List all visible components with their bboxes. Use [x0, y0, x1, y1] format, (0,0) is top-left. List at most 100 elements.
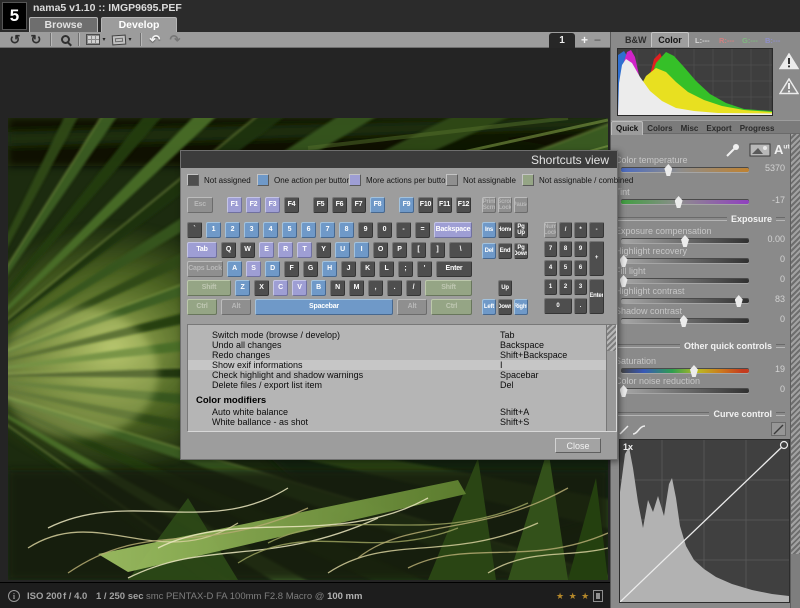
key-/[interactable]: /: [406, 280, 421, 296]
curve-reset-button[interactable]: [771, 422, 786, 436]
numpad-key-6[interactable]: 6: [574, 260, 587, 276]
key-z[interactable]: Z: [235, 280, 250, 296]
key-i[interactable]: I: [354, 242, 369, 258]
shortcut-row[interactable]: Delete files / export list itemDel: [188, 380, 607, 390]
key-del[interactable]: Del: [482, 243, 496, 259]
numpad-key-9[interactable]: 9: [574, 241, 587, 257]
key-w[interactable]: W: [240, 242, 255, 258]
numpad-key-5[interactable]: 5: [559, 260, 572, 276]
rotate-left-button[interactable]: ↺: [6, 32, 24, 47]
key-0[interactable]: 0: [377, 222, 392, 238]
key-4[interactable]: 4: [263, 222, 278, 238]
zoom-button[interactable]: [56, 32, 74, 47]
shortcut-row[interactable]: Undo all changesBackspace: [188, 340, 607, 350]
key-home[interactable]: Home: [498, 222, 512, 238]
key-k[interactable]: K: [360, 261, 375, 277]
key-q[interactable]: Q: [221, 242, 236, 258]
slider-track-color-noise-reduction[interactable]: [621, 389, 749, 393]
key-f2[interactable]: F2: [246, 197, 261, 213]
panel-scrollbar-thumb[interactable]: [791, 134, 800, 554]
label-overlay-button[interactable]: ▾: [110, 32, 134, 47]
key-p[interactable]: P: [392, 242, 407, 258]
key-y[interactable]: Y: [316, 242, 331, 258]
key-1[interactable]: 1: [206, 222, 221, 238]
key-spacebar[interactable]: Spacebar: [255, 299, 393, 315]
key-b[interactable]: B: [311, 280, 326, 296]
key-end[interactable]: End: [498, 243, 512, 259]
key-;[interactable]: ;: [398, 261, 413, 277]
key-scroll-lock[interactable]: Scroll Lock: [498, 197, 512, 213]
close-button[interactable]: Close: [555, 438, 601, 453]
key-ctrl[interactable]: Ctrl: [187, 299, 217, 315]
key-h[interactable]: H: [322, 261, 337, 277]
numpad-key-3[interactable]: 3: [574, 279, 587, 295]
key-alt[interactable]: Alt: [221, 299, 251, 315]
key-tab[interactable]: Tab: [187, 242, 217, 258]
numpad-key-enter[interactable]: Enter: [589, 279, 604, 314]
shortcut-row[interactable]: Switch mode (browse / develop)Tab: [188, 330, 607, 340]
key-esc[interactable]: Esc: [187, 197, 213, 213]
key-f[interactable]: F: [284, 261, 299, 277]
key-a[interactable]: A: [227, 261, 242, 277]
slider-knob[interactable]: [680, 315, 688, 327]
key-5[interactable]: 5: [282, 222, 297, 238]
key-][interactable]: ]: [430, 242, 445, 258]
key-x[interactable]: X: [254, 280, 269, 296]
slider-track-fill-light[interactable]: [621, 279, 749, 283]
key-`[interactable]: `: [187, 222, 202, 238]
key-f7[interactable]: F7: [351, 197, 366, 213]
key-shift[interactable]: Shift: [187, 280, 231, 296]
slider-track-tint[interactable]: [621, 200, 749, 204]
shortcut-row[interactable]: Redo changesShift+Backspace: [188, 350, 607, 360]
key-j[interactable]: J: [341, 261, 356, 277]
key-7[interactable]: 7: [320, 222, 335, 238]
key-alt[interactable]: Alt: [397, 299, 427, 315]
slider-track-color-temperature[interactable]: [621, 168, 749, 172]
key-o[interactable]: O: [373, 242, 388, 258]
key-e[interactable]: E: [259, 242, 274, 258]
key-f5[interactable]: F5: [313, 197, 328, 213]
tab-develop[interactable]: Develop: [101, 17, 177, 32]
key-backspace[interactable]: Backspace: [434, 222, 472, 238]
numpad-key-+[interactable]: +: [589, 241, 604, 276]
tab-browse[interactable]: Browse: [29, 17, 98, 32]
key-n[interactable]: N: [330, 280, 345, 296]
numpad-key-7[interactable]: 7: [544, 241, 557, 257]
key-u[interactable]: U: [335, 242, 350, 258]
key-,[interactable]: ,: [368, 280, 383, 296]
key-print-scrn[interactable]: Print Scrn: [482, 197, 496, 213]
shortcut-row[interactable]: Show exif informationsI: [188, 360, 607, 370]
key-caps-lock[interactable]: Caps Lock: [187, 261, 223, 277]
numpad-key-4[interactable]: 4: [544, 260, 557, 276]
key-2[interactable]: 2: [225, 222, 240, 238]
shortcut-list-scrollbar[interactable]: [606, 325, 616, 431]
shortcut-row[interactable]: Check highlight and shadow warningsSpace…: [188, 370, 607, 380]
key-3[interactable]: 3: [244, 222, 259, 238]
priority-flag-icon[interactable]: [593, 590, 603, 602]
key-.[interactable]: .: [387, 280, 402, 296]
key-[[interactable]: [: [411, 242, 426, 258]
key-f12[interactable]: F12: [456, 197, 471, 213]
key-right[interactable]: Right: [514, 299, 528, 315]
numpad-key-num-lock[interactable]: Num Lock: [544, 222, 557, 238]
slider-knob[interactable]: [735, 295, 743, 307]
undo-button[interactable]: ↶: [146, 32, 164, 47]
slider-track-highlight-contrast[interactable]: [621, 299, 749, 303]
key-left[interactable]: Left: [482, 299, 496, 315]
key-ins[interactable]: Ins: [482, 222, 496, 238]
key-t[interactable]: T: [297, 242, 312, 258]
key-'[interactable]: ': [417, 261, 432, 277]
linear-curve-button[interactable]: [617, 423, 631, 436]
key-c[interactable]: C: [273, 280, 288, 296]
numpad-key-0[interactable]: 0: [544, 298, 572, 314]
key-=[interactable]: =: [415, 222, 430, 238]
key-up[interactable]: Up: [498, 280, 512, 296]
numpad-key-/[interactable]: /: [559, 222, 572, 238]
key-ctrl[interactable]: Ctrl: [431, 299, 472, 315]
s-curve-button[interactable]: [632, 423, 646, 436]
key-f9[interactable]: F9: [399, 197, 414, 213]
slider-knob[interactable]: [620, 385, 628, 397]
slider-knob[interactable]: [675, 196, 683, 208]
key-f4[interactable]: F4: [284, 197, 299, 213]
key-9[interactable]: 9: [358, 222, 373, 238]
